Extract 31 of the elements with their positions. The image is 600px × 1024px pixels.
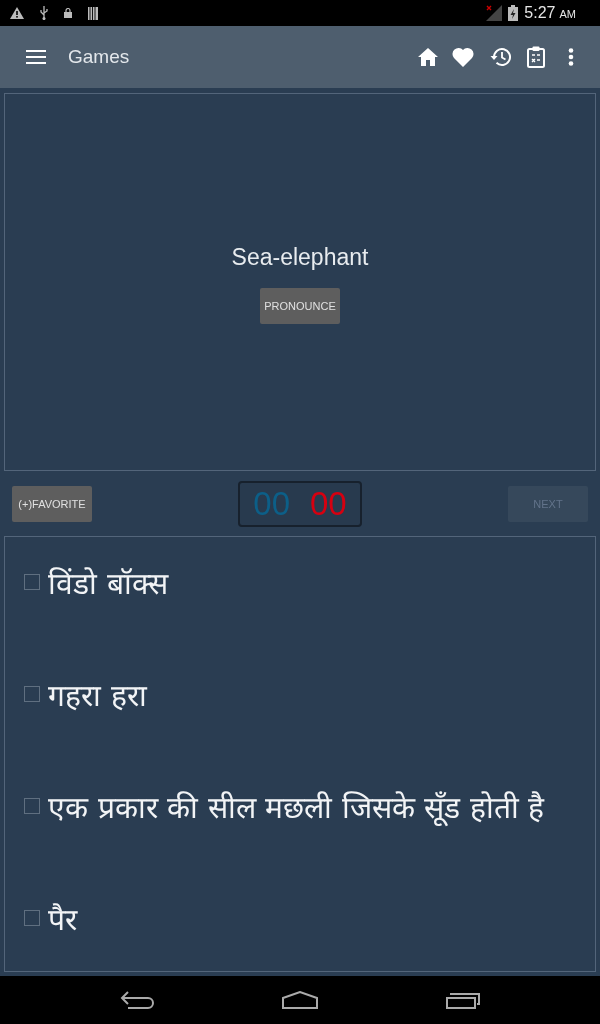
option-text[interactable]: एक प्रकार की सील मछली जिसके सूँड होती है	[48, 786, 549, 830]
recents-icon[interactable]	[446, 991, 482, 1009]
heart-icon[interactable]	[452, 47, 474, 67]
home-icon[interactable]	[282, 991, 318, 1009]
history-icon[interactable]	[489, 47, 511, 67]
back-icon[interactable]	[120, 991, 154, 1009]
correct-count: 00	[253, 483, 290, 524]
app-title: Games	[68, 46, 130, 68]
checkbox[interactable]	[24, 798, 40, 814]
lock-icon	[64, 8, 72, 18]
wrong-count: 00	[310, 483, 347, 524]
clipboard-icon[interactable]	[527, 46, 545, 68]
signal-icon	[486, 5, 503, 21]
usb-icon	[40, 6, 48, 20]
word-text: Sea-elephant	[231, 243, 369, 272]
status-time: 5:27	[524, 4, 556, 22]
option-text[interactable]: गहरा हरा	[48, 674, 151, 718]
home-icon[interactable]	[418, 48, 438, 66]
checkbox[interactable]	[24, 686, 40, 702]
option-text[interactable]: पैर	[48, 898, 81, 942]
pronounce-button[interactable]: PRONOUNCE	[260, 288, 340, 324]
checkbox[interactable]	[24, 910, 40, 926]
barcode-icon	[88, 6, 98, 20]
more-options-icon[interactable]	[568, 48, 574, 66]
menu-icon[interactable]	[26, 50, 46, 64]
checkbox[interactable]	[24, 574, 40, 590]
option-text[interactable]: विंडो बॉक्स	[48, 562, 172, 606]
warning-icon	[10, 7, 24, 19]
favorite-button[interactable]: (+)FAVORITE	[12, 485, 92, 522]
battery-charging-icon	[508, 5, 519, 21]
status-time-period: AM	[559, 8, 576, 20]
